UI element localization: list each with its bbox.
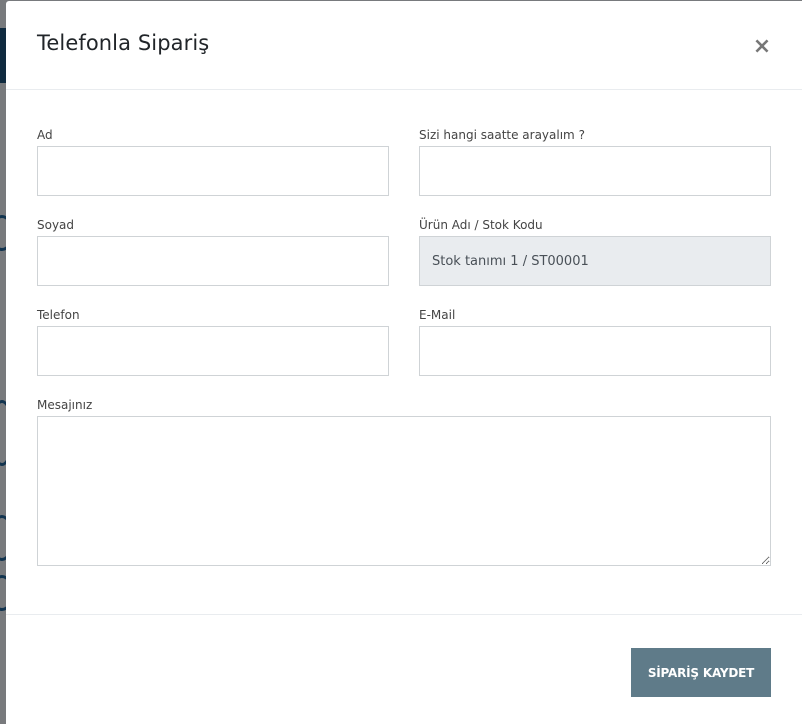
call-time-label: Sizi hangi saatte arayalım ? — [419, 128, 585, 142]
product-input — [419, 236, 771, 286]
email-input[interactable] — [419, 326, 771, 376]
modal-footer: SİPARİŞ KAYDET — [6, 614, 802, 724]
modal-title: Telefonla Sipariş — [37, 31, 210, 55]
message-textarea[interactable] — [37, 416, 771, 566]
save-order-button[interactable]: SİPARİŞ KAYDET — [631, 648, 771, 697]
last-name-input[interactable] — [37, 236, 389, 286]
email-label: E-Mail — [419, 308, 456, 322]
phone-input[interactable] — [37, 326, 389, 376]
first-name-label: Ad — [37, 128, 53, 142]
product-label: Ürün Adı / Stok Kodu — [419, 218, 543, 232]
message-label: Mesajınız — [37, 398, 93, 412]
close-button[interactable]: × — [750, 35, 774, 59]
call-time-input[interactable] — [419, 146, 771, 196]
phone-order-modal: Telefonla Sipariş × Ad Sizi hangi saatte… — [6, 1, 802, 724]
modal-header: Telefonla Sipariş × — [6, 1, 802, 90]
first-name-input[interactable] — [37, 146, 389, 196]
phone-label: Telefon — [37, 308, 80, 322]
last-name-label: Soyad — [37, 218, 75, 232]
